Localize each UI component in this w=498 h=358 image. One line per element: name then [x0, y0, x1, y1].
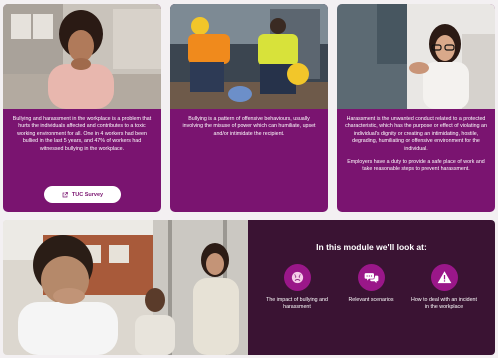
topic-icon-circle	[283, 264, 311, 291]
info-card-bullying-definition: Bullying is a pattern of offensive behav…	[170, 4, 328, 212]
photo-stressed-woman	[3, 4, 161, 109]
tuc-survey-button[interactable]: TUC Survey	[44, 186, 121, 203]
topic-label: The impact of bullying and harassment	[266, 297, 328, 310]
topic-icon-circle	[357, 264, 385, 291]
topic-scenarios: Relevant scenarios	[336, 264, 406, 304]
info-card-harassment-definition: Harassment is the unwanted conduct relat…	[337, 4, 495, 212]
warning-icon	[437, 271, 451, 284]
button-label: TUC Survey	[71, 191, 104, 198]
info-card-bullying-stats: Bullying and harassment in the workplace…	[3, 4, 161, 212]
topic-icon-circle	[430, 264, 458, 291]
card-paragraph: Bullying is a pattern of offensive behav…	[182, 116, 316, 137]
module-overview-panel: In this module we'll look at: The impact…	[248, 220, 495, 355]
topic-label: How to deal with an incident in the work…	[411, 297, 477, 310]
external-link-icon	[62, 191, 68, 197]
card-paragraph: Bullying and harassment in the workplace…	[12, 116, 152, 152]
sad-face-icon	[291, 271, 303, 284]
card-text: Harassment is the unwanted conduct relat…	[345, 116, 487, 174]
topic-impact: The impact of bullying and harassment	[262, 264, 332, 311]
photo-office-conflict	[3, 220, 248, 355]
topic-label: Relevant scenarios	[348, 297, 394, 303]
chat-bubbles-icon	[364, 273, 378, 284]
card-text: Bullying is a pattern of offensive behav…	[178, 116, 320, 138]
card-paragraph: Employers have a duty to provide a safe …	[347, 159, 485, 173]
card-paragraph: Harassment is the unwanted conduct relat…	[345, 116, 487, 152]
topic-incident-handling: How to deal with an incident in the work…	[409, 264, 479, 311]
photo-woman-hand-on-shoulder	[337, 4, 495, 109]
card-text: Bullying and harassment in the workplace…	[11, 116, 153, 153]
module-title: In this module we'll look at:	[316, 242, 427, 252]
photo-construction-workers	[170, 4, 328, 109]
